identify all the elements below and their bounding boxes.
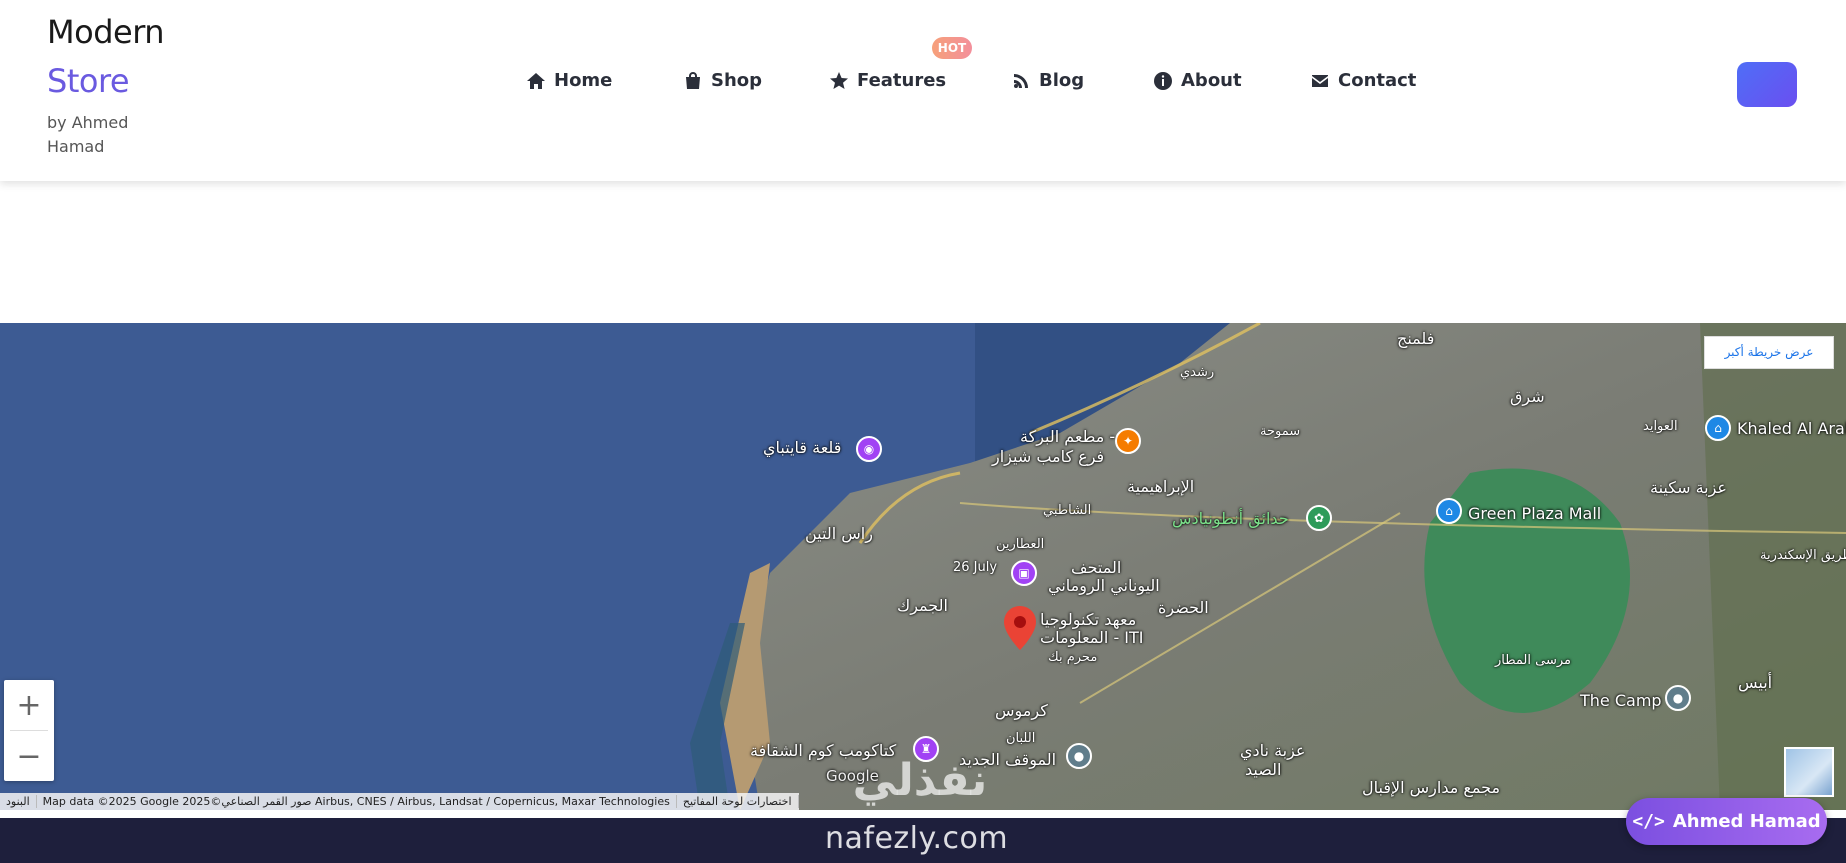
map-label-antoniadis: حدائق أنطونيادس — [1172, 509, 1289, 528]
map-label-baraka-1: مطعم البركة - — [1020, 427, 1116, 446]
nav-shop[interactable]: Shop — [683, 70, 762, 91]
zoom-controls: + − — [4, 680, 54, 781]
map-label-ras-tin: راس التين — [805, 524, 873, 543]
map-label-iti-2: المعلومات - ITI — [1040, 628, 1144, 647]
restaurant-pin-icon[interactable]: ✦ — [1115, 428, 1141, 454]
nav-blog[interactable]: Blog — [1011, 70, 1084, 91]
nav-blog-label: Blog — [1039, 70, 1085, 91]
brand-name-line2: Store — [47, 62, 130, 100]
nav-contact[interactable]: Contact — [1310, 70, 1416, 91]
map-label-mazmaa: مجمع مدارس الإقبال — [1362, 778, 1501, 797]
map-label-baraka-2: فرع كامب شيزار — [992, 447, 1105, 466]
map-attribution-bar: البنود Map data ©2025 Google 2025©صور ال… — [0, 793, 799, 810]
brand-byline: by Ahmed Hamad — [47, 113, 129, 156]
zoom-out-button[interactable]: − — [4, 731, 54, 781]
nav-shop-label: Shop — [711, 70, 763, 91]
code-icon: </> — [1632, 811, 1665, 832]
map-label-qaitbay: قلعة قايتباي — [763, 438, 842, 457]
star-icon — [830, 71, 848, 89]
map-label-smouha: سموحة — [1260, 424, 1301, 439]
hot-badge: HOT — [932, 37, 972, 59]
camera-pin-icon[interactable]: ◉ — [856, 436, 882, 462]
nav-contact-label: Contact — [1338, 70, 1417, 91]
map-label-khaled: Khaled Al Arab — [1737, 419, 1846, 438]
map-label-museum-1: المتحف — [1071, 558, 1122, 577]
header-cta-button[interactable] — [1737, 62, 1797, 107]
shopping-bag-icon — [686, 71, 700, 89]
map-label-awayed: العوايد — [1643, 419, 1678, 434]
brand-logo[interactable]: Modern Store by Ahmed Hamad — [47, 10, 165, 159]
map-label-labban: اللبان — [1006, 731, 1036, 746]
home-icon — [527, 72, 545, 89]
info-icon — [1154, 71, 1172, 90]
nav-home-label: Home — [554, 70, 613, 91]
nav-home[interactable]: Home — [526, 70, 612, 91]
map-label-falamanj: فلمنج — [1397, 329, 1435, 348]
map-label-karmouz: كرموس — [995, 701, 1048, 720]
map-label-nady-said-2: الصيد — [1245, 760, 1282, 779]
nav-features-label: Features — [857, 70, 947, 91]
author-name: Ahmed Hamad — [1672, 811, 1821, 832]
map-label-mariout: مرسى المطار — [1495, 653, 1571, 668]
envelope-icon — [1312, 74, 1328, 87]
nav-about-label: About — [1181, 70, 1242, 91]
map-label-hadra: الحضرة — [1158, 598, 1209, 617]
map-label-museum-2: اليوناني الروماني — [1048, 576, 1160, 595]
map-label-rushdy: رشدي — [1180, 365, 1215, 380]
view-larger-map-link[interactable]: عرض خريطة أكبر — [1704, 336, 1834, 369]
shopping-pin-icon[interactable]: ⌂ — [1705, 415, 1731, 441]
brand-name-line1: Modern — [47, 13, 165, 51]
keyboard-shortcuts-link[interactable]: اختصارات لوحة المفاتيح — [677, 795, 799, 808]
map-label-alex-road: طريق الإسكندرية — [1760, 548, 1846, 563]
map-label-shatby: الشاطبي — [1043, 503, 1092, 518]
map-label-iti-1: معهد تكنولوجيا — [1040, 610, 1137, 629]
watermark: nafezly.com — [825, 821, 1009, 856]
watermark-arabic-text: نفذلي — [852, 755, 988, 806]
watermark-arabic: نفذلي — [815, 755, 1025, 810]
place-pin-icon[interactable]: ● — [1665, 685, 1691, 711]
zoom-in-button[interactable]: + — [4, 680, 54, 730]
nav-about[interactable]: About — [1153, 70, 1242, 91]
map-label-the-camp: The Camp — [1580, 691, 1662, 710]
map-layer-toggle[interactable] — [1784, 747, 1834, 797]
map-terms-link[interactable]: البنود — [0, 795, 37, 808]
bus-station-pin-icon[interactable]: ● — [1066, 743, 1092, 769]
mall-pin-icon[interactable]: ⌂ — [1436, 498, 1462, 524]
map-label-ibrahimia: الإبراهيمية — [1127, 477, 1195, 496]
map-label-nady-said-1: عزبة نادي — [1240, 741, 1306, 760]
map-label-attarin: العطارين — [996, 537, 1045, 552]
map-label-26july: 26 July — [953, 560, 998, 575]
map-label-gomrok: الجمرك — [897, 596, 948, 615]
google-map-embed[interactable]: عرض خريطة أكبر فلمنج رشدي سموحة شرق العو… — [0, 323, 1846, 810]
site-header: Modern Store by Ahmed Hamad Home Shop Fe… — [0, 0, 1846, 181]
map-label-shark: شرق — [1510, 387, 1545, 406]
museum-pin-icon[interactable]: ▣ — [1011, 560, 1037, 586]
park-pin-icon[interactable]: ✿ — [1306, 505, 1332, 531]
blog-icon — [1014, 73, 1028, 88]
map-label-abis: أبيس — [1738, 673, 1773, 692]
map-data-attribution: Map data ©2025 Google 2025©صور القمر الص… — [37, 795, 677, 808]
map-label-green-plaza: Green Plaza Mall — [1468, 504, 1602, 523]
map-label-sakina: عزبة سكينة — [1650, 478, 1727, 497]
author-button[interactable]: </> Ahmed Hamad — [1626, 798, 1827, 845]
location-marker-icon[interactable] — [1004, 606, 1036, 650]
map-label-moharam: محرم بك — [1048, 650, 1098, 665]
nav-features[interactable]: Features — [829, 70, 946, 91]
